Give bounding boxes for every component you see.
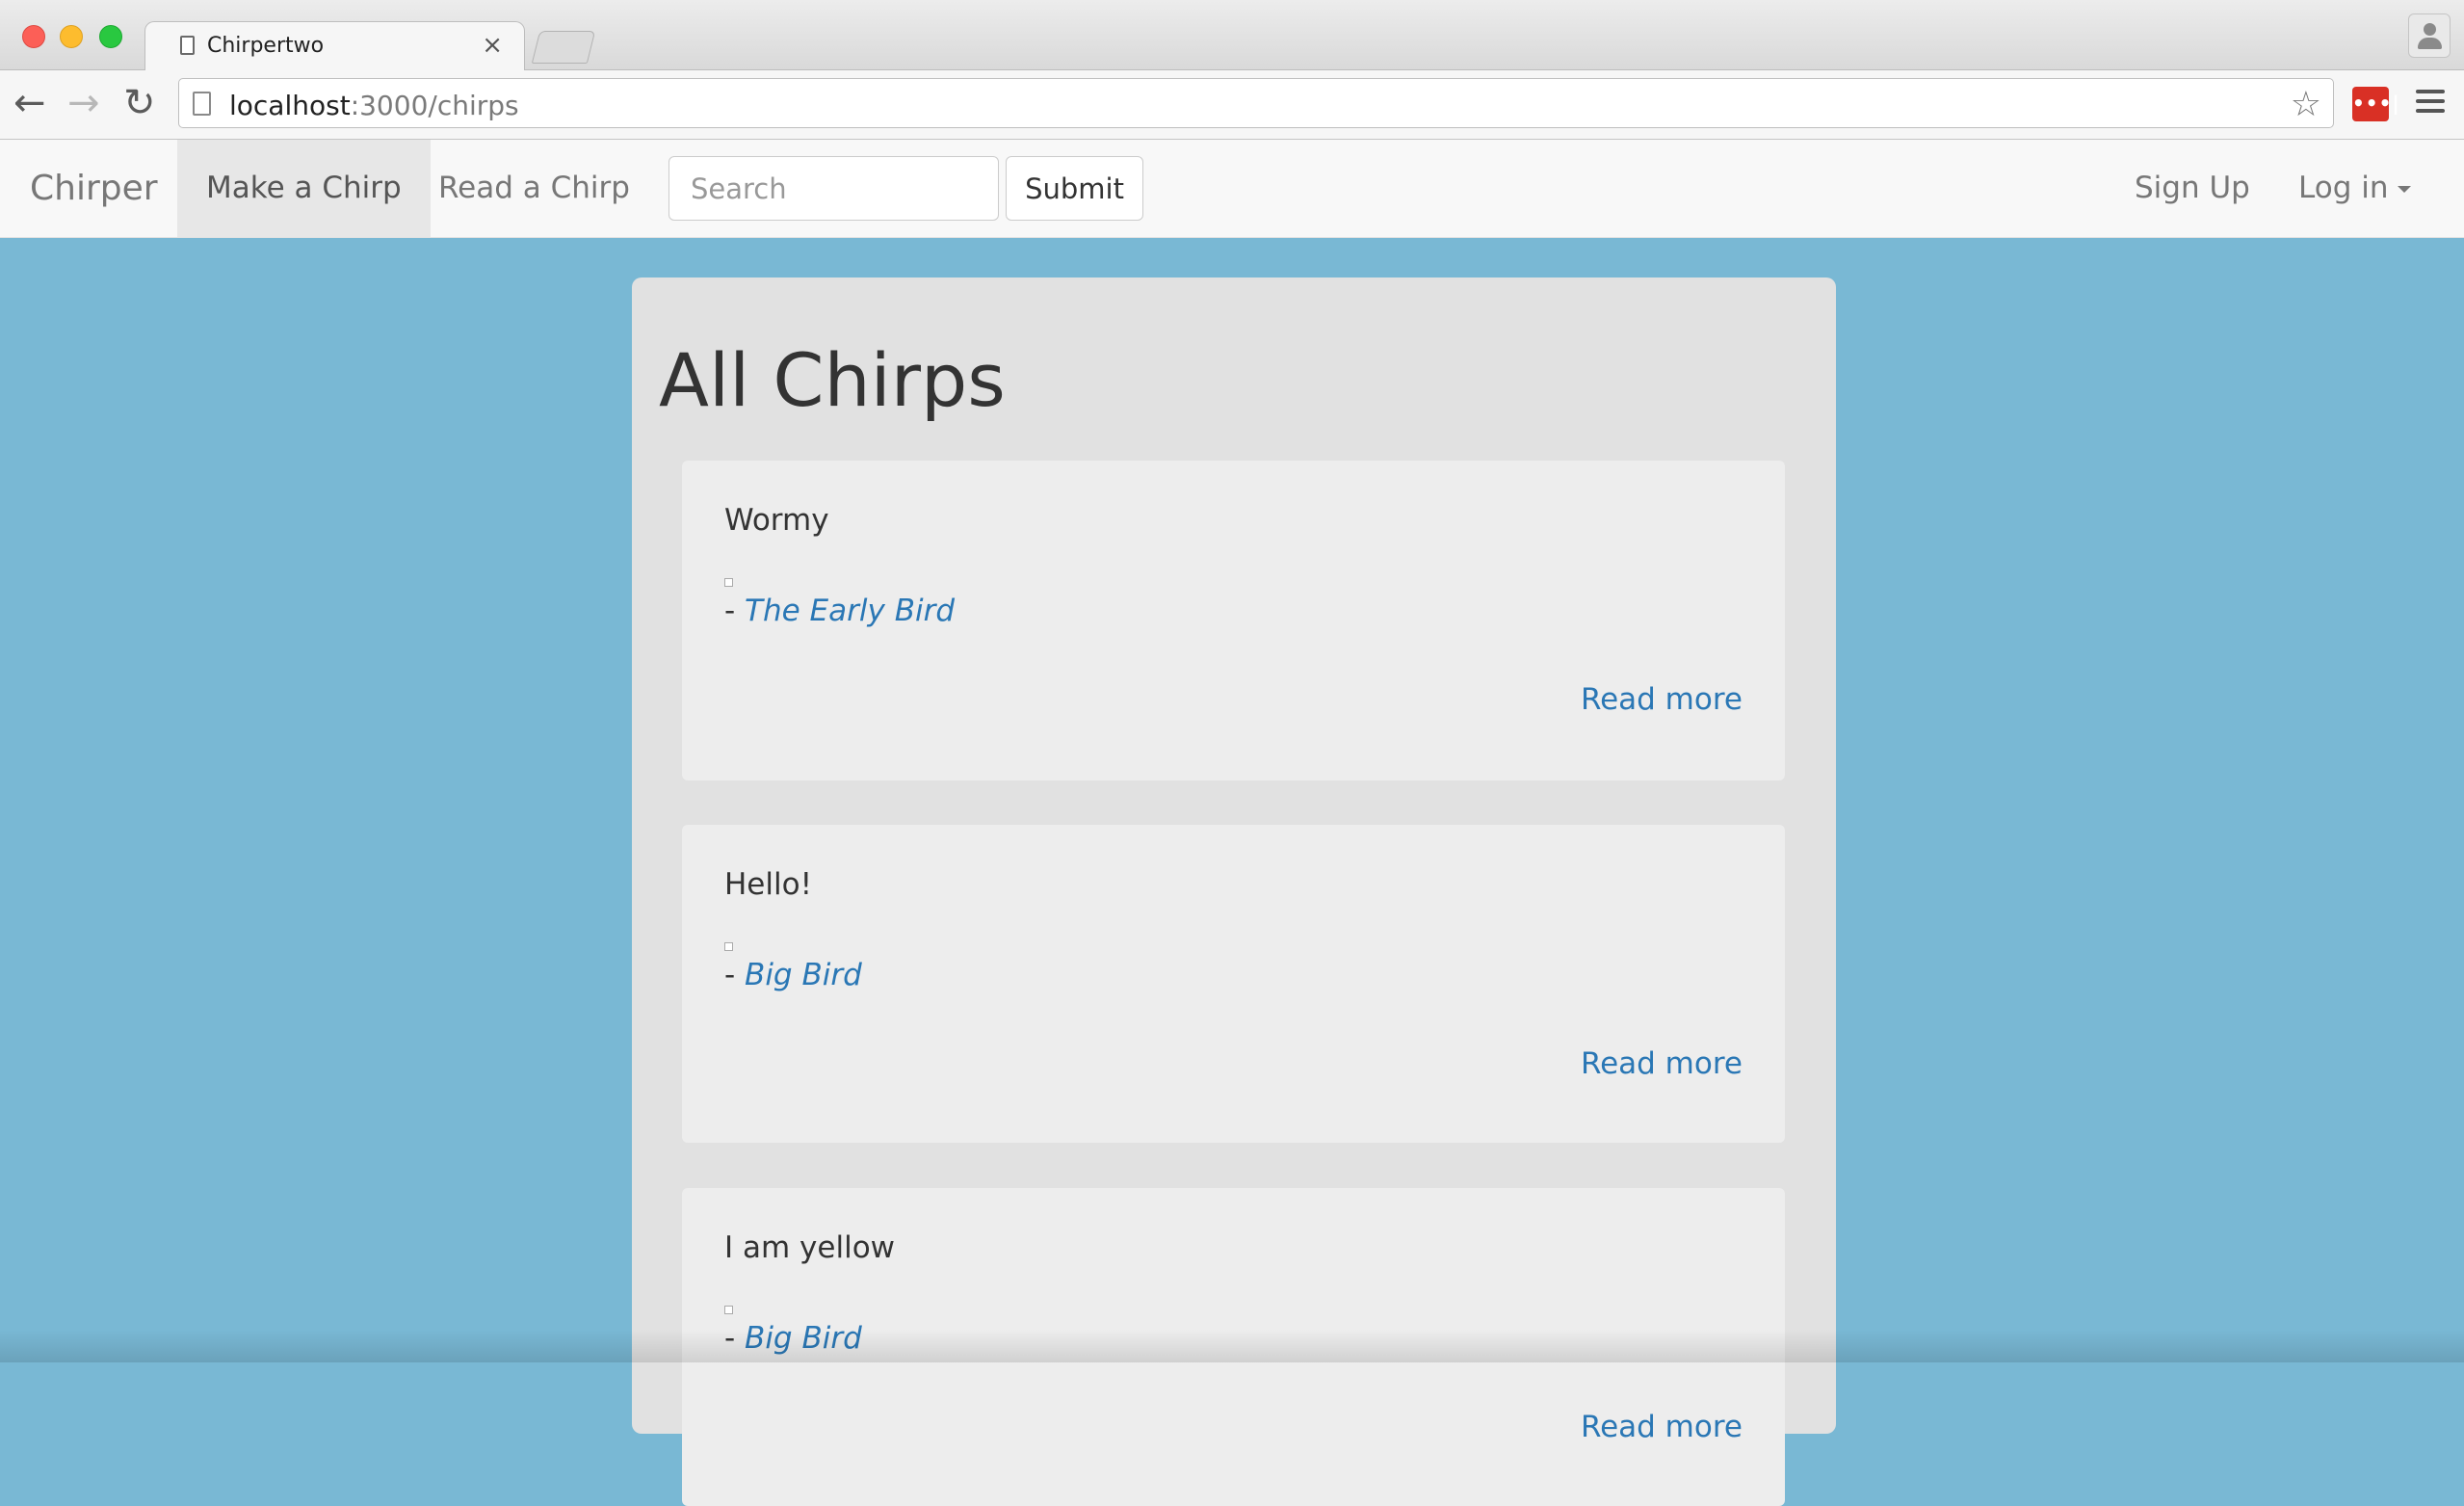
nav-make-a-chirp[interactable]: Make a Chirp xyxy=(177,140,431,237)
broken-image-icon xyxy=(724,1306,733,1314)
search-input[interactable] xyxy=(668,156,999,221)
page-title: All Chirps xyxy=(659,337,1006,423)
chirps-container: All Chirps Wormy - The Early Bird Read m… xyxy=(632,277,1836,1506)
person-icon-body xyxy=(2418,38,2442,49)
nav-read-a-chirp[interactable]: Read a Chirp xyxy=(409,140,659,237)
chirp-card: I am yellow - Big Bird Read more xyxy=(682,1188,1785,1506)
url-text[interactable]: localhost:3000/chirps xyxy=(229,90,519,121)
read-more-link[interactable]: Read more xyxy=(1581,1410,1743,1444)
page-icon xyxy=(193,92,211,116)
author-link[interactable]: Big Bird xyxy=(745,1321,862,1356)
chirp-author: - The Early Bird xyxy=(724,594,955,628)
login-label: Log in xyxy=(2298,171,2389,205)
tab-title: Chirpertwo xyxy=(207,34,325,58)
tab-close-icon[interactable]: × xyxy=(482,31,503,60)
back-arrow-icon[interactable]: ← xyxy=(13,84,46,122)
submit-button[interactable]: Submit xyxy=(1006,156,1143,221)
browser-tab[interactable]: Chirpertwo × xyxy=(144,21,525,71)
chirp-card: Wormy - The Early Bird Read more xyxy=(682,461,1785,780)
browser-titlebar: Chirpertwo × xyxy=(0,0,2464,71)
author-prefix: - xyxy=(724,594,746,628)
broken-image-icon xyxy=(724,578,733,587)
url-host: localhost xyxy=(229,90,351,121)
nav-log-in-dropdown[interactable]: Log in xyxy=(2269,140,2440,237)
caret-down-icon xyxy=(2398,186,2412,193)
read-more-link[interactable]: Read more xyxy=(1581,1046,1743,1081)
url-path: :3000/chirps xyxy=(350,90,519,121)
chirp-text: Wormy xyxy=(724,503,829,538)
chirp-author: - Big Bird xyxy=(724,958,862,992)
chirp-text: I am yellow xyxy=(724,1230,896,1265)
minimize-window-button[interactable] xyxy=(60,25,83,48)
person-icon-head xyxy=(2424,23,2436,36)
person-icon[interactable] xyxy=(2408,13,2451,58)
address-bar[interactable]: localhost:3000/chirps ☆ xyxy=(178,78,2334,128)
close-window-button[interactable] xyxy=(22,25,45,48)
site-navbar: Chirper Make a Chirp Read a Chirp Submit… xyxy=(0,140,2464,238)
author-prefix: - xyxy=(724,1321,746,1356)
hamburger-menu-icon[interactable] xyxy=(2416,90,2445,119)
star-icon[interactable]: ☆ xyxy=(2291,85,2321,124)
nav-sign-up[interactable]: Sign Up xyxy=(2106,140,2279,237)
reload-icon[interactable]: ↻ xyxy=(123,84,156,122)
read-more-link[interactable]: Read more xyxy=(1581,682,1743,717)
forward-arrow-icon[interactable]: → xyxy=(67,84,100,122)
maximize-window-button[interactable] xyxy=(99,25,122,48)
lastpass-icon[interactable]: •••| xyxy=(2352,87,2399,121)
author-link[interactable]: The Early Bird xyxy=(745,594,955,628)
chirp-card: Hello! - Big Bird Read more xyxy=(682,825,1785,1143)
brand-link[interactable]: Chirper xyxy=(30,169,158,208)
document-icon xyxy=(180,36,195,55)
author-link[interactable]: Big Bird xyxy=(745,958,862,992)
chirp-author: - Big Bird xyxy=(724,1321,862,1356)
broken-image-icon xyxy=(724,942,733,951)
new-tab-button[interactable] xyxy=(531,31,596,64)
chirp-text: Hello! xyxy=(724,867,813,902)
browser-toolbar: ← → ↻ localhost:3000/chirps ☆ •••| xyxy=(0,70,2464,140)
author-prefix: - xyxy=(724,958,746,992)
